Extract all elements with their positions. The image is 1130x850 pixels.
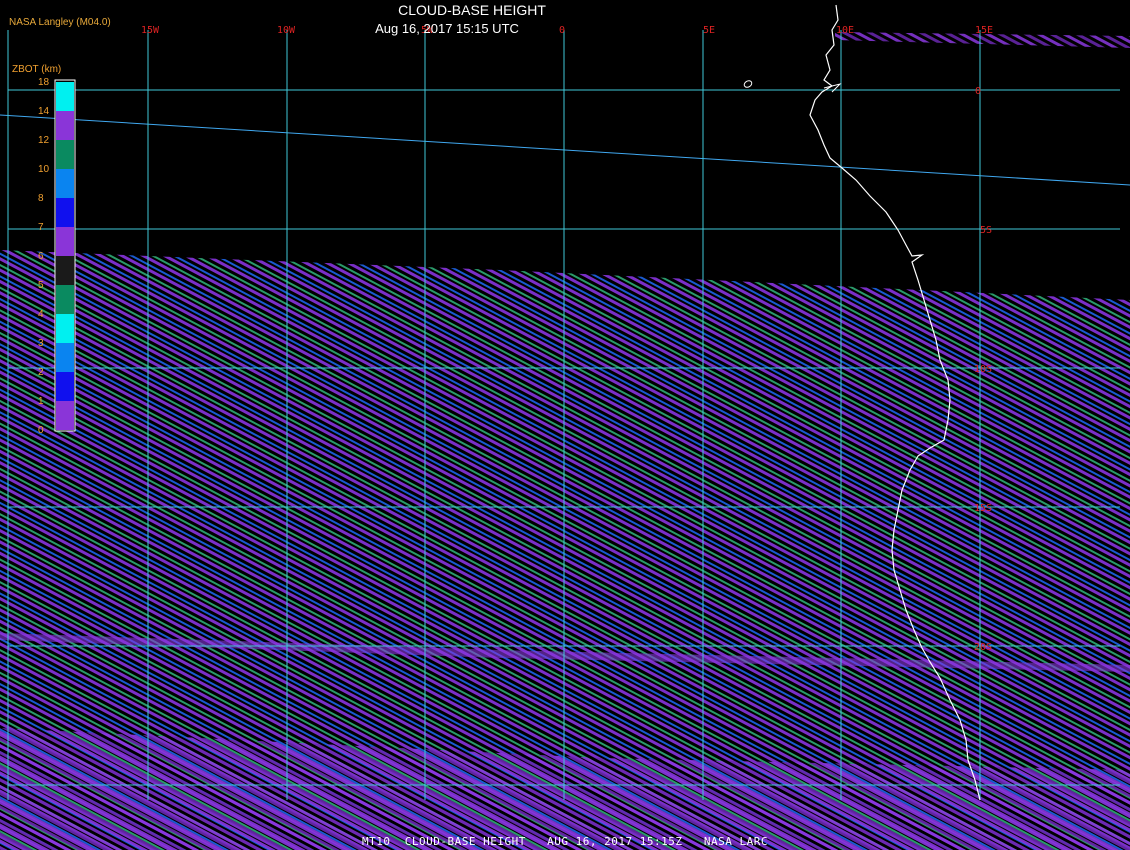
colorbar-swatch (56, 285, 74, 314)
colorbar-swatch (56, 169, 74, 198)
producer-label: NASA Langley (M04.0) (9, 17, 111, 28)
colorbar-swatch (56, 256, 74, 285)
colorbar-tick-label: 10 (38, 164, 50, 175)
colorbar-title: ZBOT (km) (12, 64, 61, 75)
colorbar-tick-label: 8 (38, 193, 44, 204)
orbit-track-line (0, 114, 1130, 186)
colorbar-tick-label: 18 (38, 77, 50, 88)
colorbar-tick-label: 7 (38, 222, 44, 233)
coastline-bay (823, 83, 842, 93)
colorbar-tick-label: 6 (38, 251, 44, 262)
colorbar-swatch (56, 198, 74, 227)
map-title: CLOUD-BASE HEIGHT (398, 2, 546, 18)
map-datetime: Aug 16, 2017 15:15 UTC (375, 21, 519, 36)
colorbar-tick-label: 3 (38, 338, 44, 349)
colorbar-swatch (56, 227, 74, 256)
map-canvas: 15W 10W 5W 0 5E 10E 15E 0 5S 10S 15S 20S… (0, 4, 1130, 850)
colorbar-tick-label: 14 (38, 106, 50, 117)
footer-caption: MT10 CLOUD-BASE HEIGHT AUG 16, 2017 15:1… (362, 835, 768, 848)
colorbar-tick-label: 5 (38, 280, 44, 291)
island (743, 80, 753, 88)
lat-label: 5S (980, 225, 992, 236)
colorbar-swatch (56, 82, 74, 111)
colorbar-swatch (56, 343, 74, 372)
colorbar-tick-label: 0 (38, 425, 44, 436)
colorbar-swatch (56, 111, 74, 140)
lat-label: 15S (974, 503, 992, 514)
colorbar-swatch (56, 314, 74, 343)
lat-label: 20S (974, 642, 992, 653)
colorbar-tick-label: 1 (38, 396, 44, 407)
colorbar-swatch (56, 140, 74, 169)
colorbar-tick-label: 4 (38, 309, 44, 320)
colorbar-swatch (56, 401, 74, 430)
colorbar-tick-label: 12 (38, 135, 50, 146)
colorbar-tick-label: 2 (38, 367, 44, 378)
lat-label: 10S (974, 364, 992, 375)
lon-label: 15E (975, 25, 993, 36)
colorbar-swatch (56, 372, 74, 401)
lat-label: 0 (975, 86, 981, 97)
